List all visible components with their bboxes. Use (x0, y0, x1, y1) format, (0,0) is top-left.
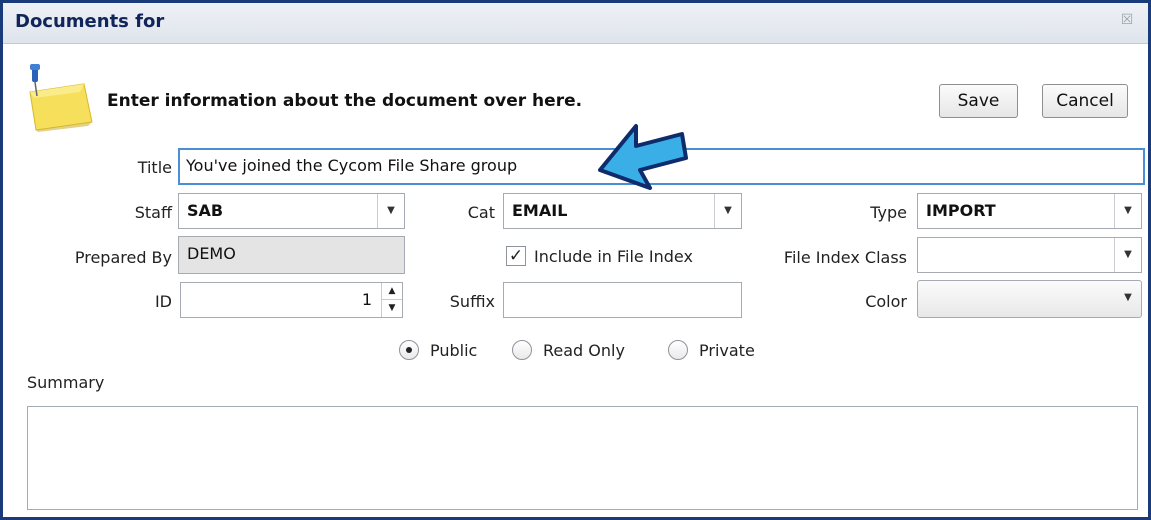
cat-select[interactable]: EMAIL ▼ (503, 193, 742, 229)
type-value: IMPORT (926, 201, 996, 220)
id-label: ID (154, 292, 172, 311)
id-value: 1 (361, 290, 372, 309)
staff-value: SAB (187, 201, 224, 220)
cat-label: Cat (467, 203, 495, 222)
suffix-input[interactable] (503, 282, 742, 318)
read-only-radio[interactable] (512, 340, 532, 360)
chevron-down-icon[interactable]: ▼ (1114, 194, 1141, 228)
file-index-class-label: File Index Class (783, 248, 907, 267)
sticky-note-pin-icon (29, 64, 93, 132)
prepared-by-field: DEMO (178, 236, 405, 274)
cat-value: EMAIL (512, 201, 568, 220)
color-select[interactable]: ▼ (917, 280, 1142, 318)
suffix-label: Suffix (449, 292, 495, 311)
close-icon[interactable]: ☒ (1120, 13, 1134, 27)
blue-arrow-pointer-icon (598, 124, 688, 190)
summary-label: Summary (27, 373, 105, 392)
private-radio-label: Private (699, 341, 755, 360)
type-select[interactable]: IMPORT ▼ (917, 193, 1142, 229)
cancel-button[interactable]: Cancel (1042, 84, 1128, 118)
instruction-text: Enter information about the document ove… (107, 91, 583, 111)
title-input-value: You've joined the Cycom File Share group (186, 156, 518, 175)
file-index-class-select[interactable]: ▼ (917, 237, 1142, 273)
id-numeric-input[interactable]: 1 ▲ ▼ (180, 282, 403, 318)
color-label: Color (865, 292, 907, 311)
private-radio[interactable] (668, 340, 688, 360)
staff-label: Staff (134, 203, 172, 222)
title-label: Title (137, 158, 172, 177)
title-bar: Documents for ☒ (3, 3, 1148, 44)
id-spinner[interactable]: ▲ ▼ (381, 283, 402, 317)
window-title: Documents for (15, 11, 165, 32)
spin-up-icon[interactable]: ▲ (382, 283, 402, 300)
chevron-down-icon[interactable]: ▼ (1114, 238, 1141, 272)
spin-down-icon[interactable]: ▼ (382, 300, 402, 316)
include-in-file-index-label: Include in File Index (534, 247, 693, 266)
type-label: Type (870, 203, 907, 222)
chevron-down-icon[interactable]: ▼ (714, 194, 741, 228)
summary-textarea[interactable] (27, 406, 1138, 510)
chevron-down-icon[interactable]: ▼ (1115, 281, 1141, 317)
staff-select[interactable]: SAB ▼ (178, 193, 405, 229)
prepared-by-value: DEMO (187, 244, 236, 263)
save-button[interactable]: Save (939, 84, 1018, 118)
include-in-file-index-checkbox[interactable]: ✓ (506, 246, 526, 266)
prepared-by-label: Prepared By (74, 248, 172, 267)
public-radio-label: Public (430, 341, 478, 360)
public-radio[interactable] (399, 340, 419, 360)
read-only-radio-label: Read Only (543, 341, 625, 360)
chevron-down-icon[interactable]: ▼ (377, 194, 404, 228)
